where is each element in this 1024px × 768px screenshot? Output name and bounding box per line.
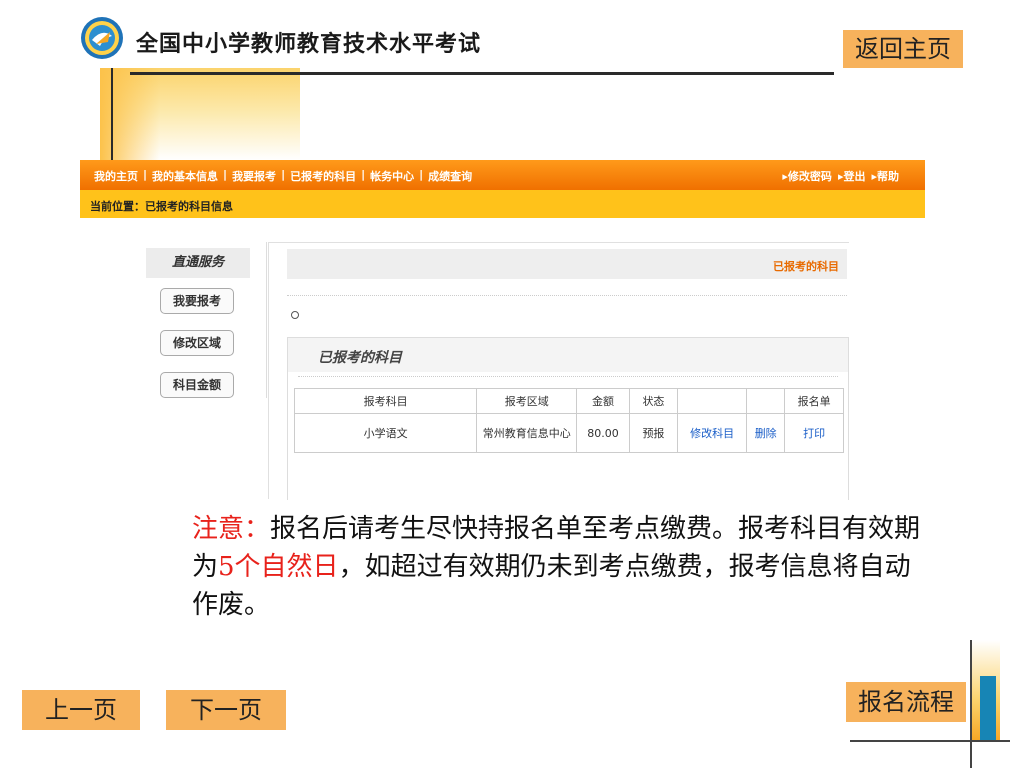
footer-horizontal-line xyxy=(850,740,1010,742)
next-page-button[interactable]: 下一页 xyxy=(166,690,286,730)
dotted-divider xyxy=(298,376,838,377)
nav-item-registered-subjects[interactable]: 已报考的科目 xyxy=(290,168,356,184)
sidebar-title: 直通服务 xyxy=(146,248,250,278)
col-status: 状态 xyxy=(628,388,679,414)
sidebar-register-button[interactable]: 我要报考 xyxy=(160,288,234,314)
header-decoration-side xyxy=(100,68,160,160)
footer-blue-bar xyxy=(980,676,996,740)
header-divider xyxy=(130,72,834,75)
nav-separator: | xyxy=(281,168,286,181)
footer-vertical-line xyxy=(970,640,972,768)
home-button[interactable]: 返回主页 xyxy=(843,30,963,68)
site-nav-links: 我的主页 | 我的基本信息 | 我要报考 | 已报考的科目 | 帐务中心 | 成… xyxy=(94,168,472,184)
site-nav-bar: 我的主页 | 我的基本信息 | 我要报考 | 已报考的科目 | 帐务中心 | 成… xyxy=(80,160,925,190)
col-form: 报名单 xyxy=(784,388,844,414)
slide-title: 全国中小学教师教育技术水平考试 xyxy=(136,32,482,57)
registered-subjects-panel: 已报考的科目 报考科目 报考区域 金额 状态 报名单 小学语文 常州教育信息中心… xyxy=(287,337,849,500)
nav-help[interactable]: ▸帮助 xyxy=(871,168,899,184)
cell-region: 常州教育信息中心 xyxy=(476,413,578,453)
sidebar: 直通服务 我要报考 修改区域 科目金额 xyxy=(146,242,267,398)
col-delete xyxy=(746,388,786,414)
site-screenshot: 我的主页 | 我的基本信息 | 我要报考 | 已报考的科目 | 帐务中心 | 成… xyxy=(80,160,925,500)
main-panel-header: 已报考的科目 xyxy=(287,249,847,279)
table-header-row: 报考科目 报考区域 金额 状态 报名单 xyxy=(293,388,844,414)
cell-status: 预报 xyxy=(628,413,679,453)
header-vertical-line xyxy=(111,68,113,168)
nav-item-register[interactable]: 我要报考 xyxy=(232,168,276,184)
exam-logo-icon xyxy=(81,17,123,59)
breadcrumb-bar: 当前位置：已报考的科目信息 xyxy=(80,190,925,218)
col-amount: 金额 xyxy=(576,388,630,414)
registration-flow-button[interactable]: 报名流程 xyxy=(846,682,966,722)
sidebar-edit-region-button[interactable]: 修改区域 xyxy=(160,330,234,356)
col-subject: 报考科目 xyxy=(293,388,478,414)
nav-separator: | xyxy=(143,168,148,181)
nav-separator: | xyxy=(223,168,228,181)
sidebar-subject-fee-button[interactable]: 科目金额 xyxy=(160,372,234,398)
breadcrumb: 当前位置：已报考的科目信息 xyxy=(90,200,233,213)
nav-item-accounts[interactable]: 帐务中心 xyxy=(370,168,414,184)
nav-change-password[interactable]: ▸修改密码 xyxy=(782,168,832,184)
table-row: 小学语文 常州教育信息中心 80.00 预报 修改科目 删除 打印 xyxy=(293,413,844,453)
bullet-icon xyxy=(291,311,299,319)
prev-page-button[interactable]: 上一页 xyxy=(22,690,140,730)
main-panel-header-label: 已报考的科目 xyxy=(773,260,839,273)
nav-separator: | xyxy=(419,168,424,181)
col-region: 报考区域 xyxy=(476,388,578,414)
registered-subjects-table: 报考科目 报考区域 金额 状态 报名单 小学语文 常州教育信息中心 80.00 xyxy=(293,388,844,453)
notice-label: 注意： xyxy=(192,514,271,544)
notice-highlight: 5个自然日 xyxy=(218,552,339,582)
nav-item-basic-info[interactable]: 我的基本信息 xyxy=(152,168,218,184)
registered-subjects-title: 已报考的科目 xyxy=(318,350,402,366)
print-link[interactable]: 打印 xyxy=(784,413,844,453)
cell-amount: 80.00 xyxy=(576,413,630,453)
edit-subject-link[interactable]: 修改科目 xyxy=(677,413,748,453)
col-edit xyxy=(677,388,748,414)
nav-item-home[interactable]: 我的主页 xyxy=(94,168,138,184)
nav-separator: | xyxy=(361,168,366,181)
nav-item-scores[interactable]: 成绩查询 xyxy=(428,168,472,184)
nav-logout[interactable]: ▸登出 xyxy=(838,168,866,184)
main-panel: 已报考的科目 已报考的科目 报考科目 报考区域 金额 状态 报名单 小学语文 常… xyxy=(268,242,849,500)
notice-text: 注意：报名后请考生尽快持报名单至考点缴费。报考科目有效期为5个自然日，如超过有效… xyxy=(192,510,922,624)
dotted-divider xyxy=(287,295,847,296)
delete-link[interactable]: 删除 xyxy=(746,413,786,453)
registered-subjects-header: 已报考的科目 xyxy=(288,338,848,372)
site-nav-account-links: ▸修改密码 ▸登出 ▸帮助 xyxy=(776,168,899,184)
cell-subject: 小学语文 xyxy=(293,413,478,453)
